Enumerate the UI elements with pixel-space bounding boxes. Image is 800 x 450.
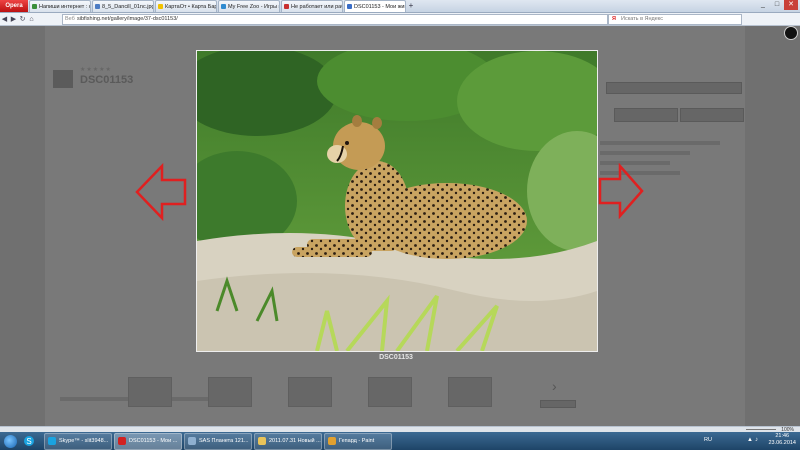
paint-icon <box>328 437 336 445</box>
browser-tab[interactable]: 8_5_Dancill_01nc.jpg (800... <box>92 0 154 12</box>
window-controls: _ □ ✕ <box>756 0 798 10</box>
favicon-icon <box>221 4 226 9</box>
lightbox-image[interactable] <box>196 50 598 352</box>
back-icon[interactable]: ◀ <box>0 15 9 23</box>
folder-icon <box>258 437 266 445</box>
address-prefix: Веб <box>65 16 75 22</box>
clock-time: 21:46 <box>775 433 790 439</box>
tab-label: Напиши интернет : соо... <box>39 3 90 10</box>
image-caption: DSC01153 <box>379 354 413 361</box>
clock[interactable]: 21:46 23.06.2014 <box>768 433 796 447</box>
opera-menu-button[interactable]: Opera <box>0 0 28 12</box>
tab-label: 8_5_Dancill_01nc.jpg (800... <box>102 3 154 10</box>
svg-text:S: S <box>26 437 31 446</box>
taskbar-items: Skype™ - slit3948... DSC01153 - Мои ... SA… <box>42 432 392 450</box>
taskbar-item[interactable]: SAS Планета 121... <box>184 432 252 450</box>
next-image-button[interactable] <box>598 162 644 222</box>
cheetah-photo <box>197 51 597 351</box>
tray-icons: ▲♪ <box>747 437 760 443</box>
navigation-bar: ◀ ▶ ↻ ⌂ Веб sibfishing.net/gallery/image… <box>0 13 800 26</box>
close-window-button[interactable]: ✕ <box>784 0 798 10</box>
favicon-icon <box>347 4 352 9</box>
windows-logo-icon <box>3 434 17 448</box>
quicklaunch-skype[interactable]: S <box>20 432 38 450</box>
browser-tab[interactable]: КартаОт • Карта Барн... <box>155 0 217 12</box>
dimmed-row <box>600 141 720 145</box>
volume-icon[interactable]: ♪ <box>755 437 760 443</box>
tab-label: КартаОт • Карта Барн... <box>165 3 217 10</box>
new-tab-button[interactable]: + <box>406 0 416 12</box>
clock-date: 23.06.2014 <box>768 440 796 446</box>
yandex-icon: Я <box>612 16 616 22</box>
taskbar-item[interactable]: DSC01153 - Мои ... <box>114 432 182 450</box>
dimmed-button <box>614 108 678 122</box>
address-bar[interactable]: Веб sibfishing.net/gallery/image/37-dsc0… <box>62 14 608 25</box>
taskbar-item-label: Skype™ - slit3948... <box>59 438 109 444</box>
taskbar-item[interactable]: 2011.07.31 Новый ... <box>254 432 322 450</box>
tab-label: Не работает или рабо... <box>291 3 342 10</box>
favicon-icon <box>32 4 37 9</box>
browser-tab[interactable]: DSC01153 - Мои живо... <box>344 0 406 12</box>
tab-label: DSC01153 - Мои живо... <box>354 3 405 10</box>
favicon-icon <box>158 4 163 9</box>
taskbar-item-label: Гепард - Paint <box>339 438 375 444</box>
browser-tab-bar: Opera Напиши интернет : соо... 8_5_Dancil… <box>0 0 800 13</box>
favicon-icon <box>95 4 100 9</box>
network-icon[interactable]: ▲ <box>747 437 755 443</box>
tab-label: My Free Zoo - Игры в ... <box>228 3 279 10</box>
avatar <box>53 70 73 88</box>
dimmed-button <box>680 108 744 122</box>
address-url: sibfishing.net/gallery/image/37-dsc01153… <box>77 16 178 22</box>
thumbnail <box>368 377 412 407</box>
windows-taskbar: S Skype™ - slit3948... DSC01153 - Мои ...… <box>0 432 800 450</box>
search-input[interactable]: Я Искать в Яндекс <box>608 14 742 25</box>
scroll-handle[interactable] <box>784 26 798 40</box>
taskbar-item-label: 2011.07.31 Новый ... <box>269 438 321 444</box>
chevron-right-icon: › <box>552 378 557 394</box>
thumbnail <box>288 377 332 407</box>
language-indicator[interactable]: RU <box>704 437 712 443</box>
search-placeholder: Искать в Яндекс <box>621 16 664 22</box>
browser-tab[interactable]: Напиши интернет : соо... <box>29 0 91 12</box>
taskbar-item[interactable]: Skype™ - slit3948... <box>44 432 112 450</box>
skype-icon: S <box>24 436 34 446</box>
arrow-left-icon <box>135 162 187 222</box>
start-button[interactable] <box>0 432 20 450</box>
dimmed-toolbar <box>606 82 742 94</box>
arrow-right-icon <box>598 162 644 220</box>
browser-tab[interactable]: My Free Zoo - Игры в ... <box>218 0 280 12</box>
thumbnail <box>128 377 172 407</box>
reload-icon[interactable]: ↻ <box>18 15 27 23</box>
taskbar-item-label: SAS Планета 121... <box>199 438 249 444</box>
tab-strip: Напиши интернет : соо... 8_5_Dancill_01nc… <box>28 0 406 12</box>
forward-icon[interactable]: ▶ <box>9 15 18 23</box>
opera-icon <box>118 437 126 445</box>
maximize-button[interactable]: □ <box>770 0 784 10</box>
rating-stars: ★★★★★ <box>80 67 112 73</box>
favicon-icon <box>284 4 289 9</box>
thumbnail <box>208 377 252 407</box>
home-icon[interactable]: ⌂ <box>27 16 36 23</box>
skype-icon <box>48 437 56 445</box>
browser-tab[interactable]: Не работает или рабо... <box>281 0 343 12</box>
previous-image-button[interactable] <box>135 162 187 224</box>
taskbar-item[interactable]: Гепард - Paint <box>324 432 392 450</box>
dimmed-button <box>540 400 576 408</box>
dimmed-row <box>600 151 690 155</box>
zoom-slider[interactable] <box>746 429 776 430</box>
page-title: DSC01153 <box>80 74 134 86</box>
taskbar-item-label: DSC01153 - Мои ... <box>129 438 178 444</box>
thumbnail <box>448 377 492 407</box>
minimize-button[interactable]: _ <box>756 0 770 10</box>
sas-planet-icon <box>188 437 196 445</box>
